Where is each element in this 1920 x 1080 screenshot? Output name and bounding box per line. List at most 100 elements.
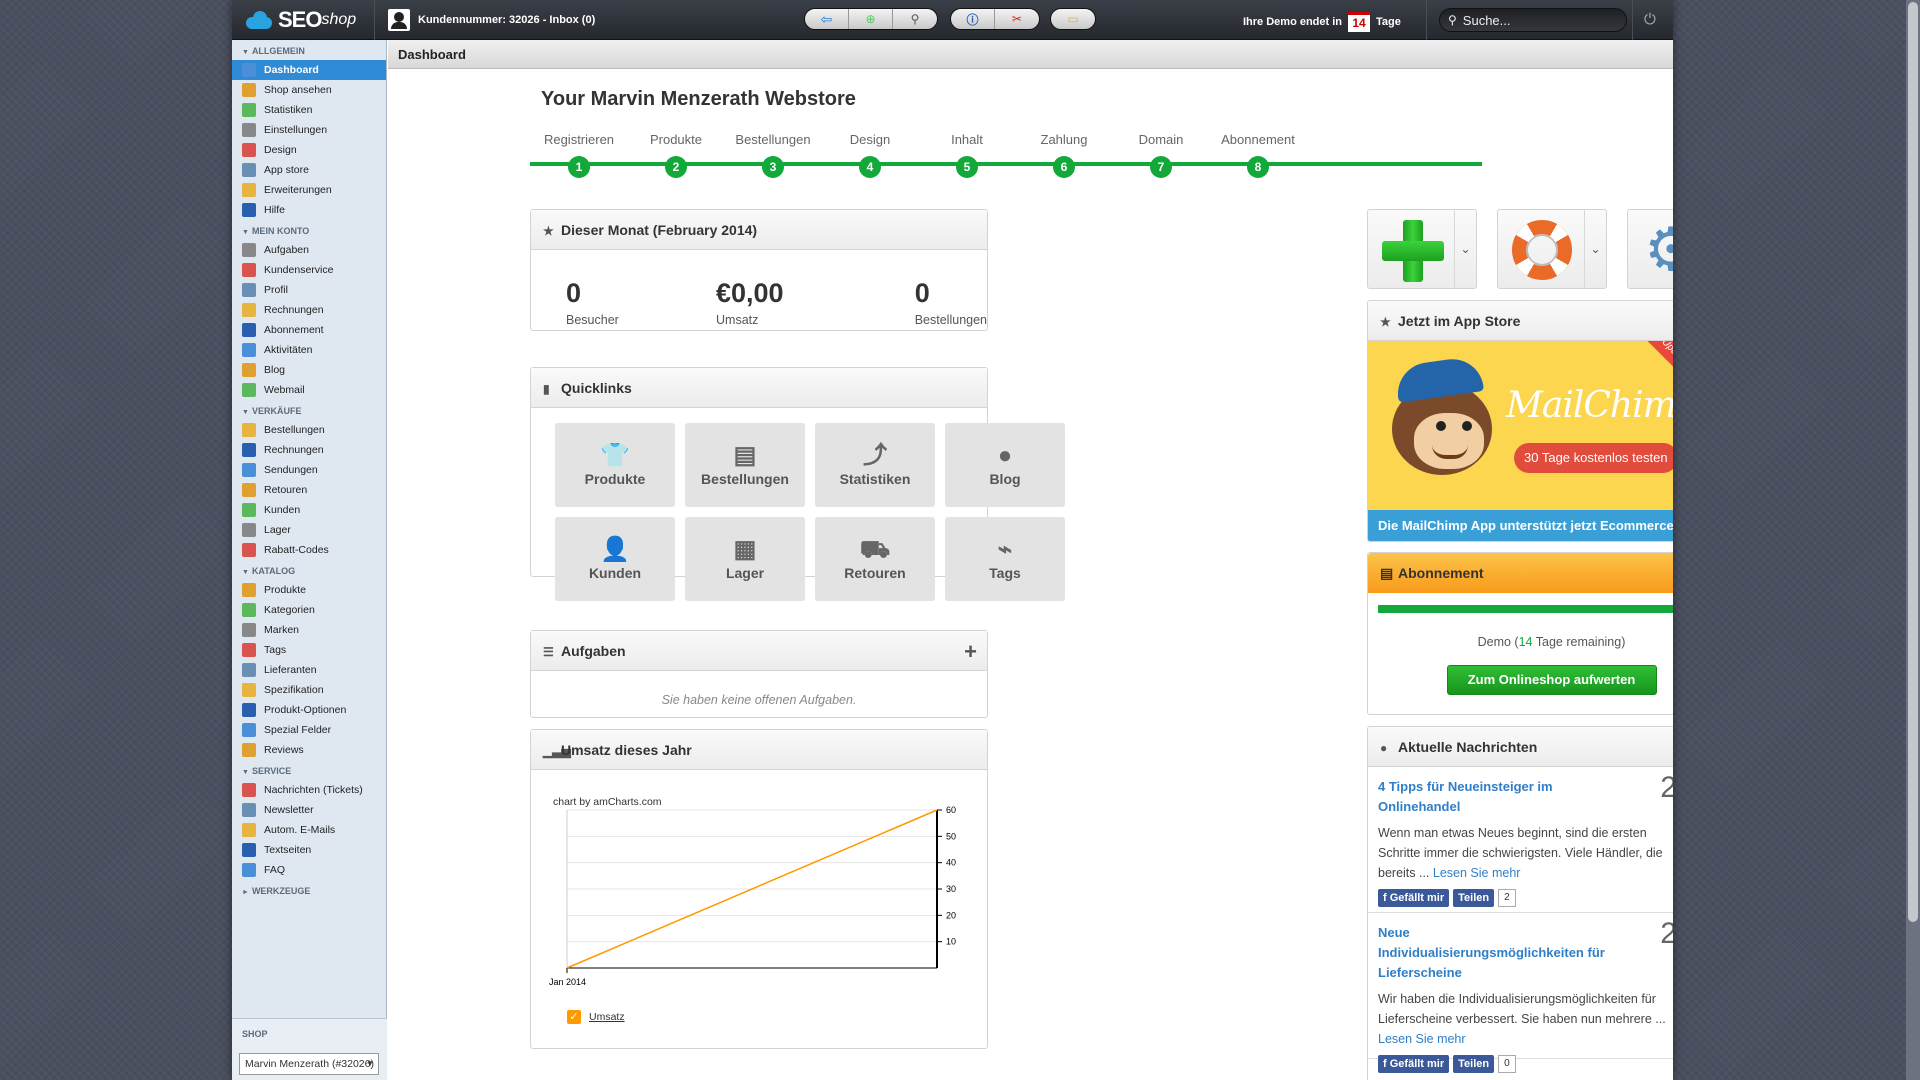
zoom-button[interactable]: ⚲ [893,9,937,29]
quicklink-label: Lager [725,565,765,581]
quicklink-bestellungen[interactable]: ▤ Bestellungen [685,423,805,507]
chevron-down-icon[interactable]: ⌄ [1454,210,1476,288]
add-action-button[interactable]: ⌄ [1367,209,1477,289]
sidebar-item[interactable]: Nachrichten (Tickets) [232,780,386,800]
sidebar-item[interactable]: Produkt-Optionen [232,700,386,720]
sidebar-item[interactable]: Sendungen [232,460,386,480]
help-action-button[interactable]: ⌄ [1497,209,1607,289]
sidebar-item[interactable]: Kundenservice [232,260,386,280]
quicklink-blog[interactable]: ● Blog [945,423,1065,507]
sidebar-item[interactable]: Spezial Felder [232,720,386,740]
sidebar-item-icon [242,323,256,337]
add-task-button[interactable]: + [964,639,977,665]
facebook-like-button[interactable]: f Gefällt mir [1378,889,1450,907]
tools-button[interactable]: ✂ [995,9,1039,29]
quicklink-icon: ⤴ [863,442,887,469]
sidebar-item[interactable]: FAQ [232,860,386,880]
shop-select[interactable]: Marvin Menzerath (#32026) [239,1053,379,1075]
sidebar-item[interactable]: Shop ansehen [232,80,386,100]
sidebar-item[interactable]: Webmail [232,380,386,400]
month-title: Dieser Monat (February 2014) [561,222,758,238]
sidebar-item[interactable]: Newsletter [232,800,386,820]
sidebar-item[interactable]: Bestellungen [232,420,386,440]
add-button[interactable]: ⊕ [849,9,893,29]
sidebar-item[interactable]: Design [232,140,386,160]
power-icon[interactable]: ⏻ [1644,11,1656,28]
quicklink-produkte[interactable]: 👕 Produkte [555,423,675,507]
upgrade-button[interactable]: Zum Onlineshop aufwerten [1446,665,1657,695]
mailchimp-cta[interactable]: 30 Tage kostenlos testen [1514,443,1673,473]
facebook-share-button[interactable]: Teilen [1453,1055,1495,1073]
chat-button[interactable]: ▭ [1051,9,1095,29]
info-button[interactable]: ⓘ [951,9,995,29]
demo-suffix: Tage [1376,16,1401,28]
sidebar-item[interactable]: Lager [232,520,386,540]
news-title-link[interactable]: 4 Tipps für Neueinsteiger im Onlinehande… [1378,777,1618,817]
magnifier-icon: ⚲ [910,12,920,26]
sidebar-item[interactable]: Einstellungen [232,120,386,140]
sidebar-item-icon [242,163,256,177]
sidebar-item[interactable]: Kunden [232,500,386,520]
news-item: 4 Tipps für Neueinsteiger im Onlinehande… [1368,767,1673,913]
facebook-like-button[interactable]: f Gefällt mir [1378,1055,1450,1073]
revenue-chart: chart by amCharts.com 10 20 30 40 50 60 Jan 20… [531,770,1087,1050]
quicklink-lager[interactable]: ▦ Lager [685,517,805,601]
sidebar-item[interactable]: Profil [232,280,386,300]
sidebar-section-3[interactable]: Katalog [232,562,386,580]
read-more-link[interactable]: Lesen Sie mehr [1433,866,1521,880]
facebook-share-button[interactable]: Teilen [1453,889,1495,907]
divider [374,0,375,40]
legend-series-name[interactable]: Umsatz [589,1011,625,1023]
sidebar-item[interactable]: Produkte [232,580,386,600]
y-tick-label: 60 [946,805,956,815]
seoshop-logo[interactable]: SEO shop [244,6,356,34]
sidebar-section-4[interactable]: Service [232,762,386,780]
sidebar-item-label: Profil [264,284,288,296]
sidebar-item[interactable]: Kategorien [232,600,386,620]
settings-action-button[interactable]: ⚙ ⌄ [1627,209,1673,289]
sidebar-section-2[interactable]: Verkäufe [232,402,386,420]
arrow-left-icon: ⇦ [820,10,833,27]
sidebar-item[interactable]: Autom. E-Mails [232,820,386,840]
mailchimp-footer[interactable]: Die MailChimp App unterstützt jetzt Ecom… [1368,510,1673,541]
back-button[interactable]: ⇦ [805,9,849,29]
sidebar-item[interactable]: Lieferanten [232,660,386,680]
legend-checkbox[interactable]: ✓ [567,1010,581,1024]
news-title-link[interactable]: Neue Individualisierungsmöglichkeiten fü… [1378,923,1618,983]
sidebar-item[interactable]: Aufgaben [232,240,386,260]
sidebar-item[interactable]: Aktivitäten [232,340,386,360]
sidebar-item[interactable]: Rabatt-Codes [232,540,386,560]
chevron-down-icon[interactable]: ⌄ [1584,210,1606,288]
sidebar-item[interactable]: Marken [232,620,386,640]
page-scrollbar[interactable] [1906,0,1920,1080]
search-input[interactable] [1462,12,1613,28]
sidebar-item[interactable]: Tags [232,640,386,660]
sidebar-item[interactable]: Abonnement [232,320,386,340]
read-more-link[interactable]: Lesen Sie mehr [1378,1032,1466,1046]
setup-step[interactable]: Abonnement 8 [1198,132,1318,178]
sidebar-item[interactable]: Dashboard [232,60,386,80]
mailchimp-banner[interactable]: MailChimp 30 Tage kostenlos testen Updat… [1368,341,1673,541]
scrollbar-thumb[interactable] [1908,2,1918,922]
sidebar-item[interactable]: Rechnungen [232,300,386,320]
sidebar-item[interactable]: Rechnungen [232,440,386,460]
sidebar-section-1[interactable]: Mein Konto [232,222,386,240]
sidebar-item[interactable]: Blog [232,360,386,380]
sidebar-section-0[interactable]: Allgemein [232,42,386,60]
sidebar-item[interactable]: Statistiken [232,100,386,120]
sidebar-item[interactable]: App store [232,160,386,180]
sidebar-item-label: Aktivitäten [264,344,313,356]
sidebar-item-icon [242,123,256,137]
sidebar-section-5[interactable]: Werkzeuge [232,882,386,900]
customer-info[interactable]: Kundennummer: 32026 - Inbox (0) [388,9,595,31]
sidebar-item[interactable]: Spezifikation [232,680,386,700]
sidebar-item[interactable]: Textseiten [232,840,386,860]
sidebar-item[interactable]: Erweiterungen [232,180,386,200]
sidebar-item[interactable]: Retouren [232,480,386,500]
sidebar-item[interactable]: Reviews [232,740,386,760]
sidebar-item[interactable]: Hilfe [232,200,386,220]
quicklink-tags[interactable]: ⌁ Tags [945,517,1065,601]
quicklink-kunden[interactable]: 👤 Kunden [555,517,675,601]
quicklink-retouren[interactable]: ⛟ Retouren [815,517,935,601]
quicklink-statistiken[interactable]: ⤴ Statistiken [815,423,935,507]
